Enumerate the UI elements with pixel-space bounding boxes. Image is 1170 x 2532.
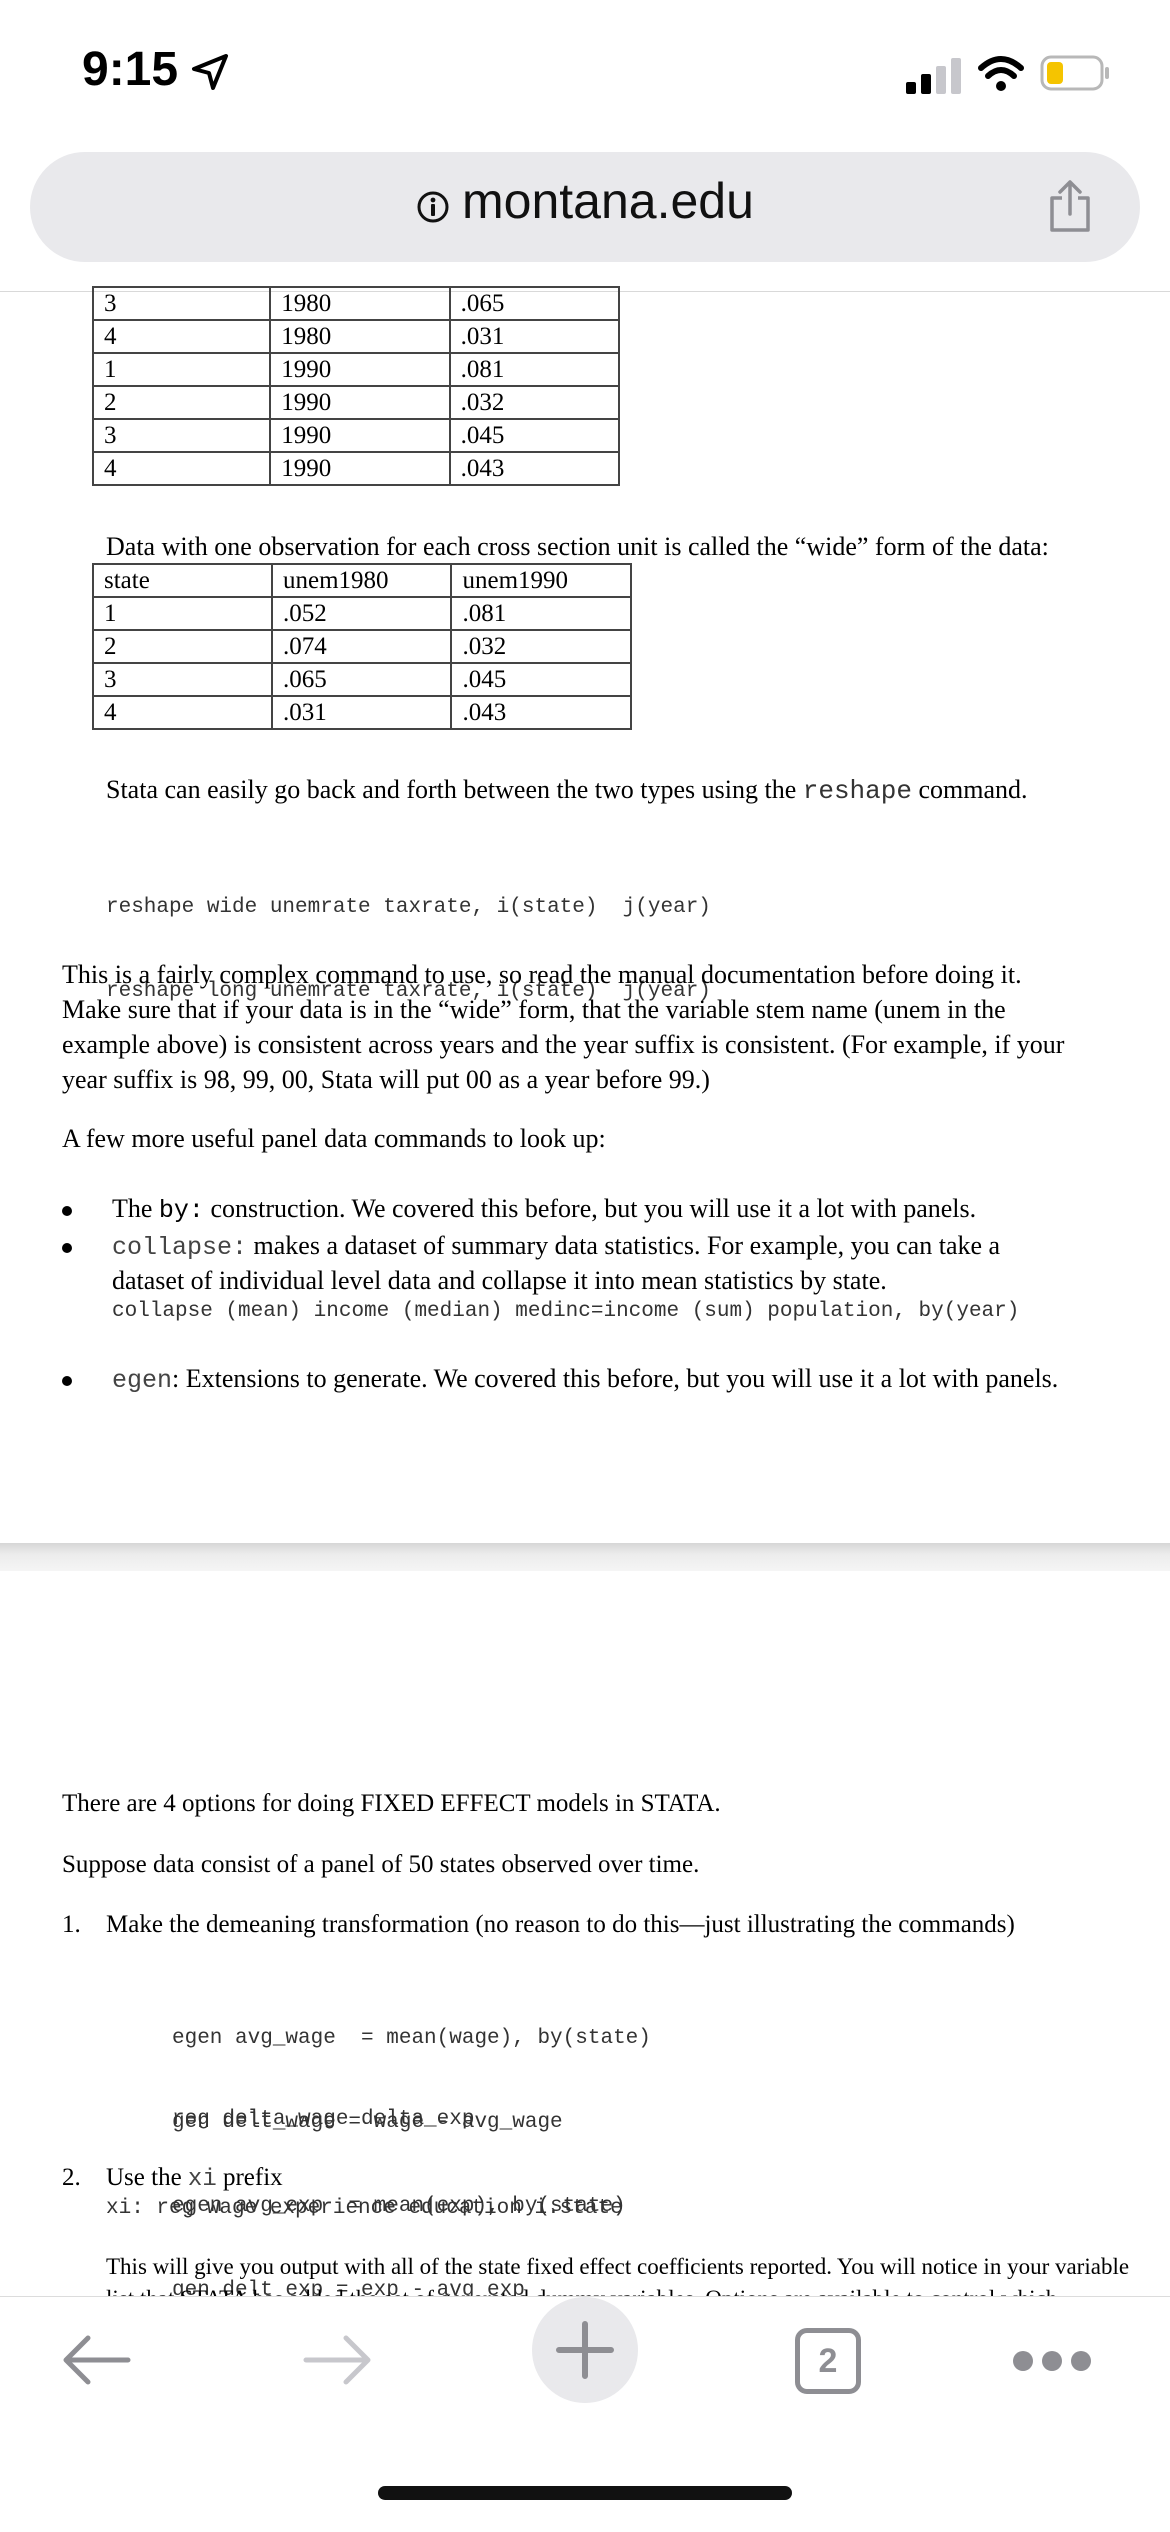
table-cell: 1990 [269,385,451,420]
back-arrow-icon[interactable] [58,2330,134,2390]
table-cell: .081 [448,352,621,387]
table-row: 2 1990.032 [91,385,621,420]
table-cell: state [92,563,273,598]
battery-icon [1040,55,1109,91]
fe-heading: There are 4 options for doing FIXED EFFE… [62,1790,721,1817]
tabs-button[interactable]: 2 [795,2328,861,2394]
table-cell: 4 [91,451,272,486]
table-cell: .031 [448,319,621,354]
collapse-code: collapse (mean) income (median) medinc=i… [112,1300,1020,1323]
share-icon[interactable] [1046,178,1094,234]
table-cell: .043 [448,451,621,486]
xi-code: xi: reg wage experience education i.stat… [106,2197,623,2220]
table-cell: 1 [92,596,273,631]
table-cell: 4 [92,695,273,730]
table-cell: 1990 [269,352,451,387]
complex-paragraph: This is a fairly complex command to use,… [62,960,1065,1094]
wide-form-table: state unem1980 unem1990 1.052.081 2.074.032 3… [92,563,632,730]
table-cell: 2 [91,385,272,420]
cellular-signal-icon [906,58,961,94]
table-cell: .065 [270,662,453,697]
bullet-dot [62,1376,72,1386]
forward-arrow-icon[interactable] [300,2330,376,2390]
table-cell: .081 [450,596,632,631]
wide-intro: Data with one observation for each cross… [106,532,1049,561]
plus-icon [556,2321,614,2379]
table-cell: unem1980 [270,563,453,598]
item-1-number: 1. [62,1911,81,1938]
bullet-egen: egen: Extensions to generate. We covered… [112,1364,1059,1395]
suppose-text: Suppose data consist of a panel of 50 st… [62,1851,700,1878]
table-cell: .052 [270,596,453,631]
more-icon[interactable] [1010,2348,1094,2374]
home-indicator [378,2486,792,2500]
table-cell: .031 [270,695,453,730]
bullet-by: The by: construction. We covered this be… [112,1194,977,1225]
table-row: 4 1990.043 [91,451,621,486]
table-row: 4 1980.031 [91,319,621,354]
reg-code: reg delta_wage delta_exp [172,2108,475,2131]
item-2-text: Use the xi prefix [106,2164,283,2193]
useful-heading: A few more useful panel data commands to… [62,1124,606,1153]
item-2-number: 2. [62,2164,81,2191]
new-tab-button[interactable] [532,2297,638,2403]
table-row: 2.074.032 [92,629,632,664]
table-cell: 2 [92,629,273,664]
table-cell: 3 [91,286,272,321]
table-cell: unem1990 [450,563,632,598]
url-text[interactable]: montana.edu [462,172,754,230]
long-form-table: 3 1980.065 4 1980.031 1 1990.081 2 1990.032 3 199… [91,286,621,486]
item-2-output: This will give you output with all of th… [106,2254,1130,2279]
table-row: 1.052.081 [92,596,632,631]
table-cell: 3 [91,418,272,453]
table-cell: 1980 [269,319,451,354]
status-time: 9:15 [82,43,179,96]
location-arrow-icon [192,54,228,90]
bullet-dot [62,1243,72,1253]
reshape-sentence: Stata can easily go back and forth betwe… [106,775,1028,806]
wifi-icon [978,56,1024,91]
table-cell: .065 [448,286,621,321]
table-row: 3 1980.065 [91,286,621,321]
table-row: 3.065.045 [92,662,632,697]
code-line: reshape wide unemrate taxrate, i(state) … [106,896,711,919]
table-cell: .032 [450,629,632,664]
bullet-dot [62,1206,72,1216]
table-cell: .045 [448,418,621,453]
page-separator [0,1543,1170,1571]
bullet-collapse-cont: dataset of individual level data and col… [112,1266,887,1295]
table-cell: 1990 [269,451,451,486]
table-cell: 3 [92,662,273,697]
table-header-row: state unem1980 unem1990 [92,563,632,598]
info-icon[interactable] [416,190,450,224]
table-row: 4.031.043 [92,695,632,730]
table-cell: .045 [450,662,632,697]
bullet-collapse: collapse: makes a dataset of summary dat… [112,1231,1001,1262]
tab-count: 2 [818,2341,838,2380]
code-line: egen avg_wage = mean(wage), by(state) [172,2027,651,2050]
table-cell: 1980 [269,286,451,321]
table-row: 1 1990.081 [91,352,621,387]
table-cell: .043 [450,695,632,730]
table-cell: .032 [448,385,621,420]
table-cell: .074 [270,629,453,664]
table-row: 3 1990.045 [91,418,621,453]
table-cell: 1990 [269,418,451,453]
item-1-text: Make the demeaning transformation (no re… [106,1911,1015,1938]
table-cell: 4 [91,319,272,354]
table-cell: 1 [91,352,272,387]
